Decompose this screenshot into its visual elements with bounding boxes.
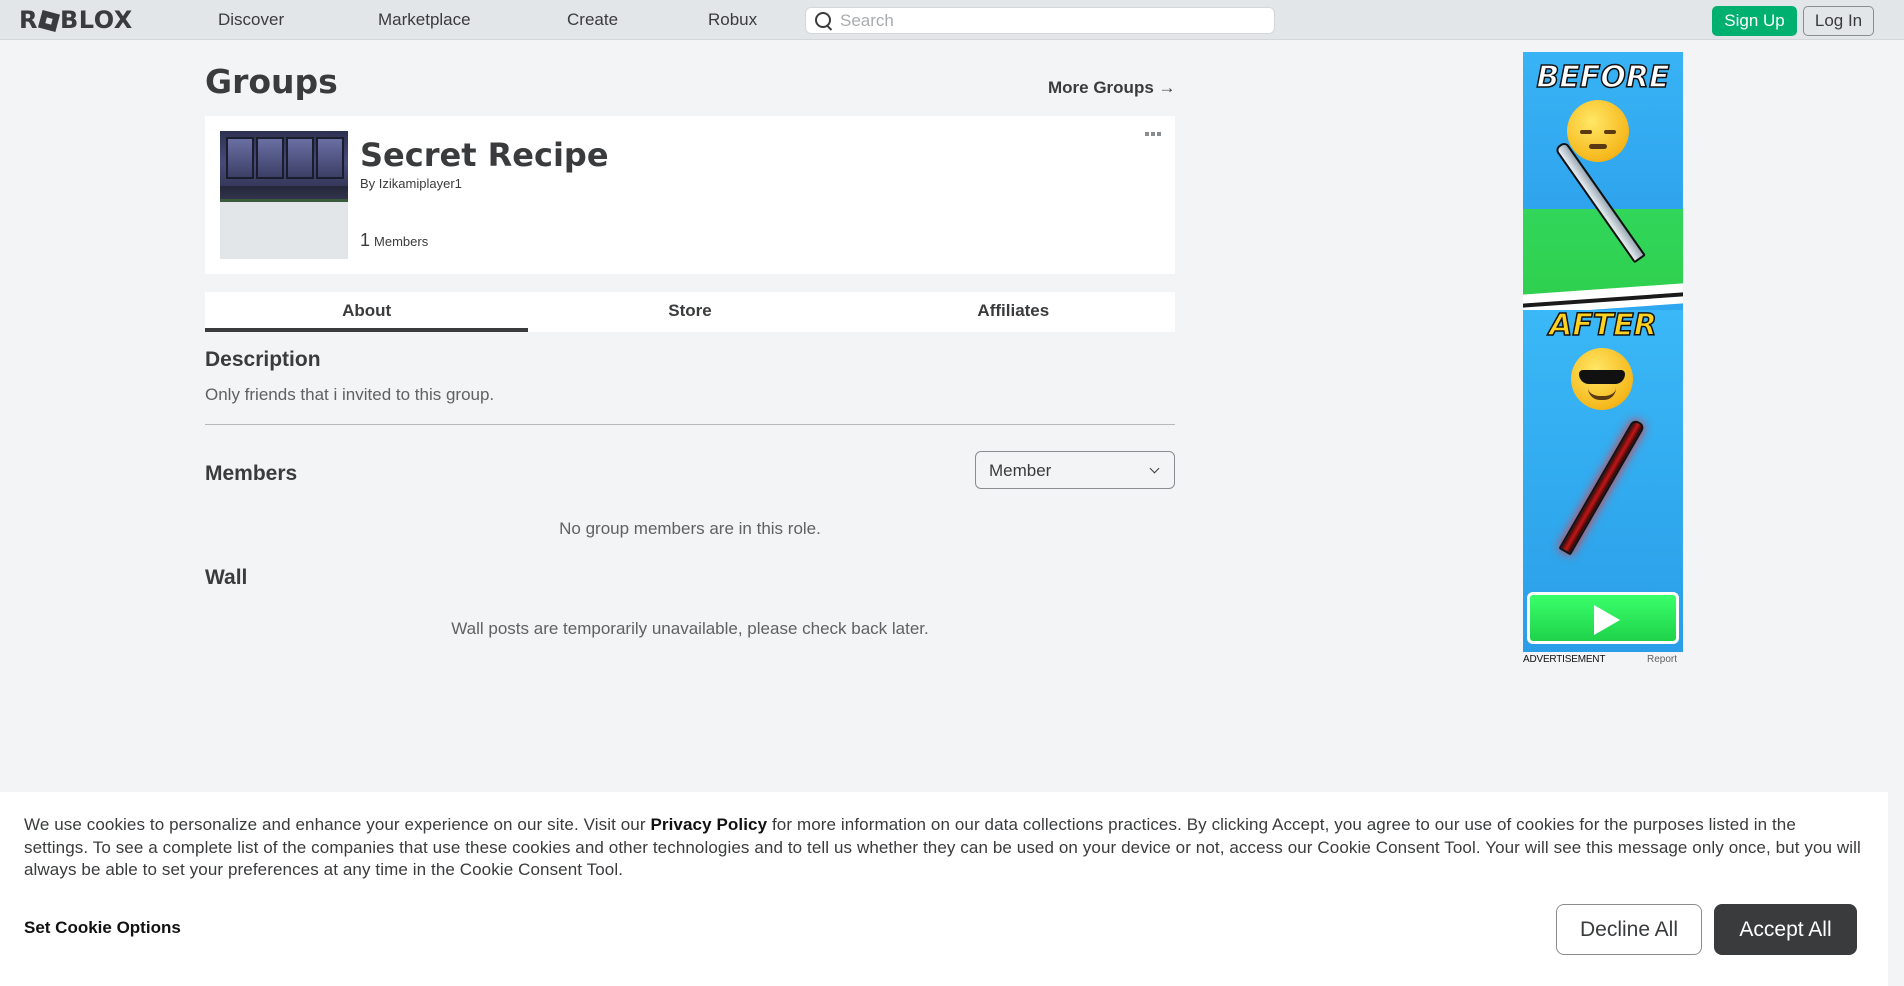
members-heading: Members (205, 462, 298, 485)
search-icon[interactable] (806, 7, 840, 34)
group-owner-link[interactable]: Izikamiplayer1 (379, 176, 462, 191)
ad-after-text: AFTER (1548, 307, 1657, 344)
tab-store[interactable]: Store (528, 292, 851, 332)
cookie-text-part-1: We use cookies to personalize and enhanc… (24, 815, 651, 834)
tab-about[interactable]: About (205, 292, 529, 332)
role-dropdown-value: Member (989, 461, 1052, 480)
search-box (805, 7, 1275, 34)
group-header-card: Secret Recipe By Izikamiplayer1 1 Members (205, 116, 1175, 274)
nav-marketplace[interactable]: Marketplace (378, 10, 471, 30)
roblox-logo[interactable]: R BLOX (19, 6, 133, 34)
accept-all-button[interactable]: Accept All (1714, 904, 1857, 955)
nav-create[interactable]: Create (567, 10, 618, 30)
page-title: Groups (205, 62, 338, 101)
description-text: Only friends that i invited to this grou… (205, 385, 495, 404)
nav-robux[interactable]: Robux (708, 10, 757, 30)
description-heading: Description (205, 348, 321, 371)
ad-before-text: BEFORE (1536, 59, 1670, 96)
group-emblem-image (220, 131, 348, 202)
more-groups-link[interactable]: More Groups → (1048, 78, 1176, 98)
top-navigation-bar: R BLOX Discover Marketplace Create Robux … (0, 0, 1904, 40)
more-options-icon[interactable] (1145, 130, 1163, 138)
members-empty-message: No group members are in this role. (559, 519, 821, 538)
wall-heading: Wall (205, 566, 248, 589)
advertisement-banner[interactable]: BEFORE AFTER (1523, 52, 1683, 652)
group-emblem (220, 131, 348, 259)
group-owner-line: By Izikamiplayer1 (360, 176, 462, 191)
set-cookie-options-link[interactable]: Set Cookie Options (24, 918, 181, 938)
decline-all-button[interactable]: Decline All (1556, 904, 1702, 955)
search-input[interactable] (840, 8, 1274, 33)
group-tabs: About Store Affiliates (205, 292, 1175, 332)
log-in-button[interactable]: Log In (1803, 6, 1874, 36)
tab-affiliates[interactable]: Affiliates (852, 292, 1175, 332)
group-name: Secret Recipe (360, 136, 609, 174)
role-dropdown[interactable]: Member (975, 451, 1175, 489)
advertisement-label: ADVERTISEMENT (1523, 654, 1606, 665)
sad-face-icon (1567, 100, 1629, 162)
sign-up-button[interactable]: Sign Up (1712, 6, 1797, 36)
member-count-label: Members (374, 234, 429, 249)
nav-discover[interactable]: Discover (218, 10, 284, 30)
section-divider (205, 424, 1175, 425)
chevron-down-icon (1149, 463, 1160, 474)
report-ad-link[interactable]: Report (1647, 654, 1677, 665)
wall-unavailable-message: Wall posts are temporarily unavailable, … (451, 619, 929, 638)
by-label: By (360, 176, 376, 191)
member-count-value: 1 (360, 230, 371, 250)
member-count: 1 Members (360, 230, 428, 251)
privacy-policy-link[interactable]: Privacy Policy (650, 815, 767, 834)
cookie-consent-banner: We use cookies to personalize and enhanc… (0, 792, 1888, 986)
cookie-consent-text: We use cookies to personalize and enhanc… (24, 814, 1864, 882)
play-icon[interactable] (1527, 592, 1679, 644)
cool-face-icon (1571, 348, 1633, 410)
